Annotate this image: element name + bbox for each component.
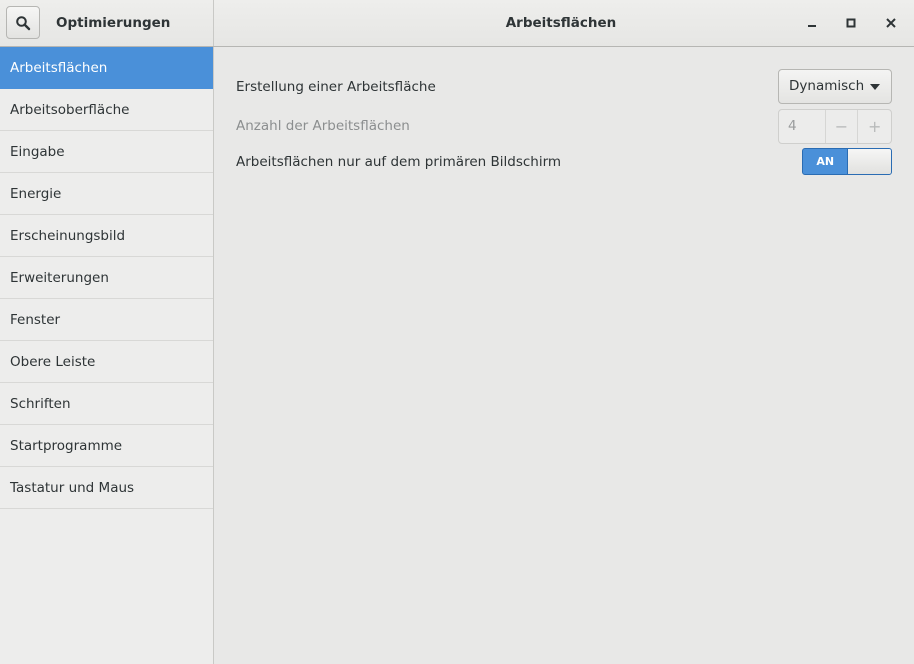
search-button[interactable] bbox=[6, 6, 40, 39]
increment-button[interactable]: + bbox=[858, 110, 891, 143]
maximize-icon bbox=[846, 18, 856, 28]
close-icon bbox=[886, 18, 896, 28]
app-title: Optimierungen bbox=[56, 15, 171, 31]
main-panel: Erstellung einer Arbeitsfläche Dynamisch… bbox=[214, 47, 914, 664]
sidebar-item-tastatur-und-maus[interactable]: Tastatur und Maus bbox=[0, 467, 213, 509]
search-icon bbox=[16, 15, 31, 30]
workspace-count-field[interactable]: 4 bbox=[779, 110, 826, 143]
sidebar-item-startprogramme[interactable]: Startprogramme bbox=[0, 425, 213, 467]
decrement-button[interactable]: − bbox=[826, 110, 859, 143]
window-title-text: Arbeitsflächen bbox=[505, 15, 617, 31]
primary-display-only-label: Arbeitsflächen nur auf dem primären Bild… bbox=[236, 154, 562, 170]
sidebar-item-obere-leiste[interactable]: Obere Leiste bbox=[0, 341, 213, 383]
sidebar-item-energie[interactable]: Energie bbox=[0, 173, 213, 215]
maximize-button[interactable] bbox=[840, 12, 862, 34]
workspace-creation-value: Dynamisch bbox=[789, 78, 865, 94]
sidebar-item-schriften[interactable]: Schriften bbox=[0, 383, 213, 425]
sidebar: Arbeitsflächen Arbeitsoberfläche Eingabe… bbox=[0, 47, 214, 664]
dropdown-arrow-icon bbox=[870, 84, 880, 90]
switch-on-label: AN bbox=[816, 155, 835, 168]
workspace-creation-dropdown[interactable]: Dynamisch bbox=[778, 69, 892, 104]
primary-display-only-switch[interactable]: AN bbox=[802, 148, 892, 175]
sidebar-item-arbeitsflaechen[interactable]: Arbeitsflächen bbox=[0, 47, 213, 89]
sidebar-item-erweiterungen[interactable]: Erweiterungen bbox=[0, 257, 213, 299]
minimize-button[interactable] bbox=[801, 12, 823, 34]
header-left-pane: Optimierungen bbox=[0, 0, 214, 46]
close-button[interactable] bbox=[880, 12, 902, 34]
switch-knob[interactable] bbox=[847, 149, 891, 174]
workspace-creation-label: Erstellung einer Arbeitsfläche bbox=[236, 79, 436, 95]
header-bar: Optimierungen Arbeitsflächen bbox=[0, 0, 914, 47]
workspace-count-stepper[interactable]: 4 − + bbox=[778, 109, 892, 144]
sidebar-item-arbeitsoberflaeche[interactable]: Arbeitsoberfläche bbox=[0, 89, 213, 131]
sidebar-item-eingabe[interactable]: Eingabe bbox=[0, 131, 213, 173]
minimize-icon bbox=[808, 25, 816, 27]
sidebar-item-fenster[interactable]: Fenster bbox=[0, 299, 213, 341]
sidebar-item-erscheinungsbild[interactable]: Erscheinungsbild bbox=[0, 215, 213, 257]
workspace-count-label: Anzahl der Arbeitsflächen bbox=[236, 118, 410, 134]
